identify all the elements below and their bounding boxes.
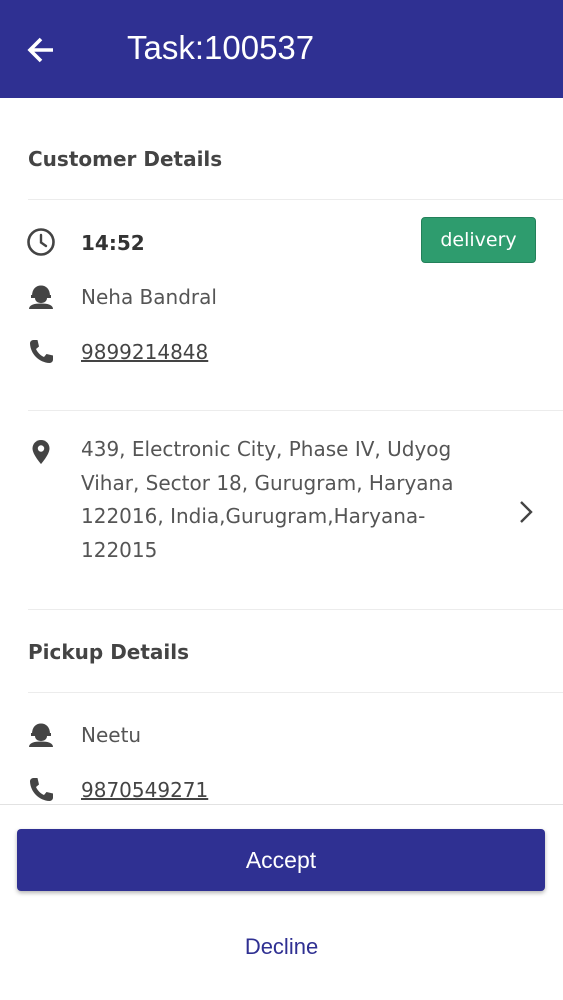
phone-icon xyxy=(30,778,53,801)
customer-address-row[interactable]: 439, Electronic City, Phase IV, Udyog Vi… xyxy=(0,411,563,609)
address-line: 122016, India,Gurugram,Haryana- xyxy=(81,504,426,528)
divider xyxy=(28,609,563,610)
task-type-badge: delivery xyxy=(421,217,536,263)
person-icon xyxy=(29,723,53,747)
accept-button[interactable]: Accept xyxy=(17,829,545,891)
app-bar: Task:100537 xyxy=(0,0,563,98)
decline-button[interactable]: Decline xyxy=(200,927,363,967)
task-details-content[interactable]: Customer Details 14:52 delivery Neha Ban… xyxy=(0,98,563,804)
action-bar: Accept Decline xyxy=(0,804,563,1000)
clock-icon xyxy=(27,228,55,256)
arrow-left-icon xyxy=(27,37,53,63)
pickup-name: Neetu xyxy=(81,723,142,747)
address-line: 439, Electronic City, Phase IV, Udyog xyxy=(81,437,452,461)
back-button[interactable] xyxy=(24,30,60,70)
chevron-right-icon xyxy=(520,501,533,523)
pickup-phone-link[interactable]: 9870549271 xyxy=(81,778,208,802)
customer-phone-link[interactable]: 9899214848 xyxy=(81,340,208,364)
address-line: Vihar, Sector 18, Gurugram, Haryana xyxy=(81,470,454,495)
customer-name: Neha Bandral xyxy=(81,285,217,309)
divider xyxy=(28,692,563,693)
customer-details-heading: Customer Details xyxy=(28,147,223,171)
delivery-time: 14:52 xyxy=(81,231,145,255)
location-pin-icon xyxy=(32,440,50,464)
person-icon xyxy=(29,285,53,309)
divider xyxy=(28,199,563,200)
customer-address: 439, Electronic City, Phase IV, Udyog Vi… xyxy=(81,433,501,567)
page-title: Task:100537 xyxy=(127,29,315,66)
address-line: 122015 xyxy=(81,537,158,562)
pickup-details-heading: Pickup Details xyxy=(28,640,190,664)
phone-icon xyxy=(30,340,53,363)
